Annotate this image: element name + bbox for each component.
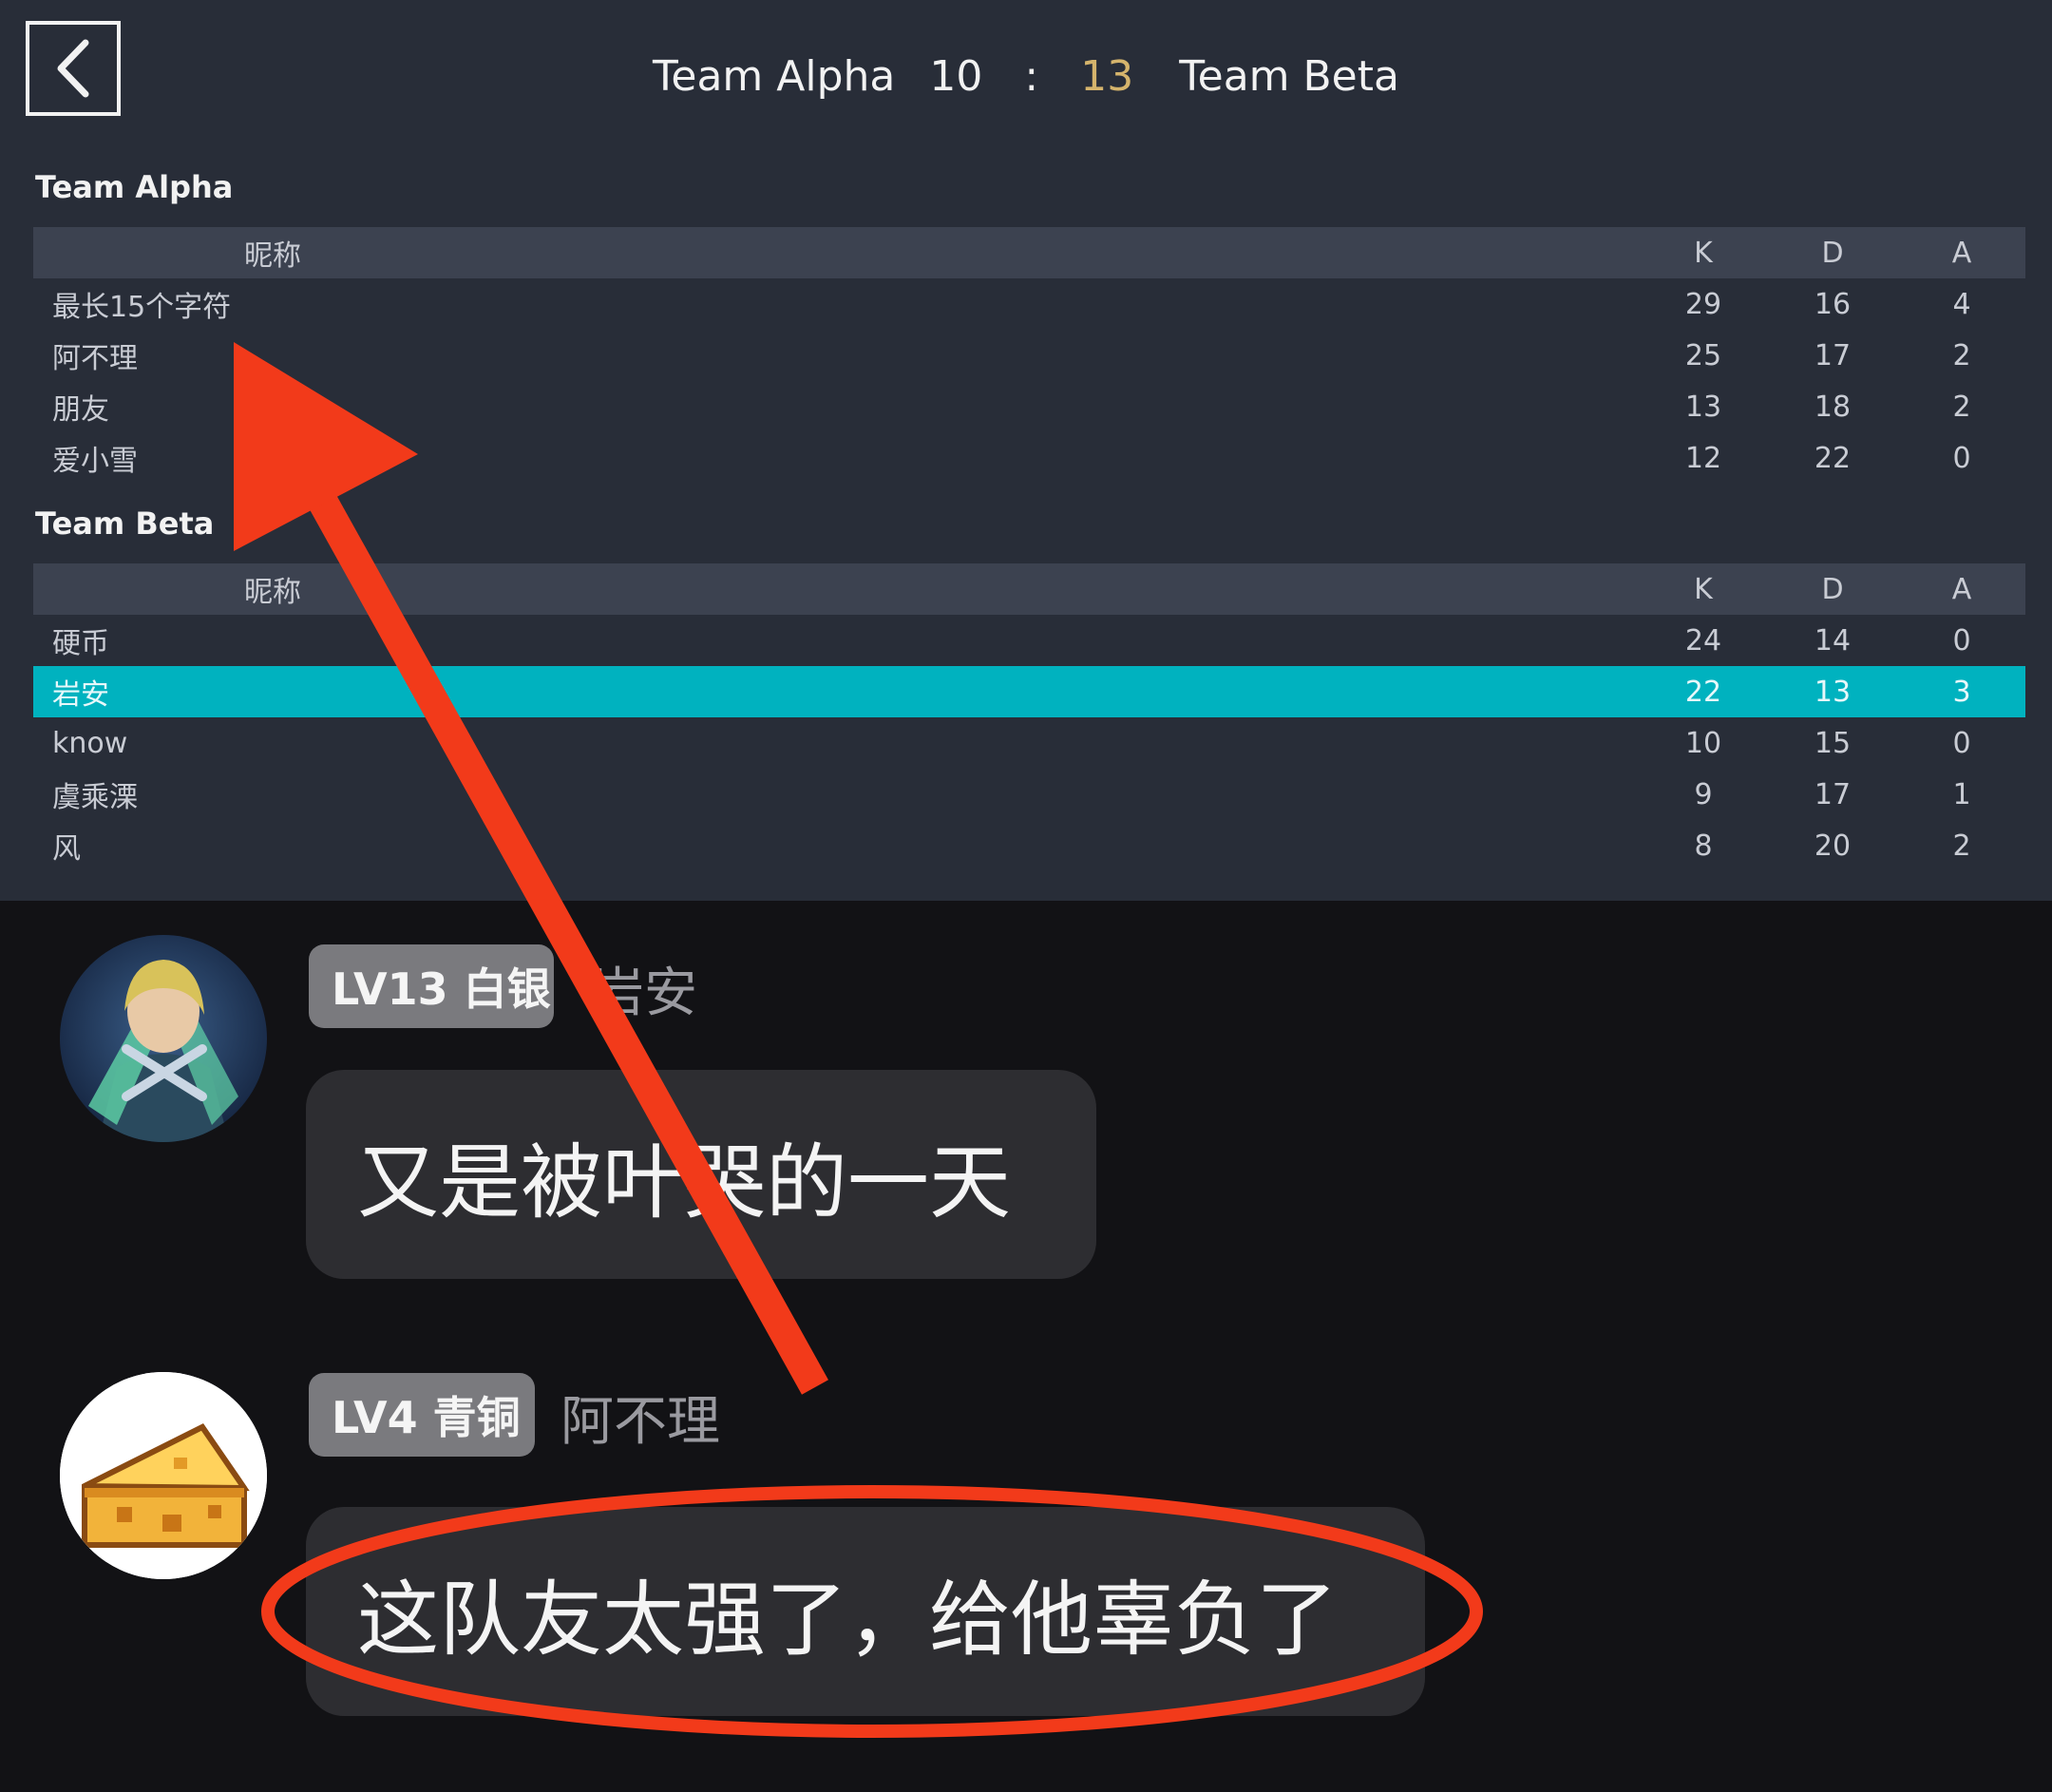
player-row[interactable]: 最长15个字符 29 16 4 (33, 278, 2025, 330)
player-deaths: 20 (1814, 829, 1852, 863)
player-kills: 9 (1694, 777, 1713, 811)
team-alpha-title: Team Alpha (35, 169, 234, 205)
level-badge: LV4 青铜 (309, 1373, 535, 1457)
chat-message-bubble[interactable]: 又是被叶哭的一天 (306, 1070, 1096, 1279)
player-name: 硬币 (52, 627, 109, 660)
player-name: 阿不理 (52, 342, 138, 375)
message-username[interactable]: 岩安 (591, 950, 697, 1027)
player-kills: 8 (1694, 829, 1713, 863)
team-beta-title: Team Beta (35, 505, 215, 542)
column-header-name: 昵称 (244, 576, 301, 609)
column-header-name: 昵称 (244, 239, 301, 273)
player-kills: 13 (1684, 390, 1722, 424)
player-deaths: 16 (1814, 287, 1852, 321)
player-kills: 24 (1684, 623, 1722, 658)
player-name: 虞乘溧 (52, 781, 138, 814)
player-row[interactable]: 硬币 24 14 0 (33, 615, 2025, 666)
table-header: 昵称 K D A (33, 563, 2025, 615)
player-deaths: 17 (1814, 777, 1852, 811)
player-name: 爱小雪 (52, 445, 138, 478)
team-a-name: Team Alpha (653, 51, 896, 101)
message-username[interactable]: 阿不理 (560, 1379, 720, 1456)
player-assists: 3 (1952, 675, 1971, 709)
level-badge: LV13 白银 (309, 944, 554, 1028)
player-kills: 12 (1684, 441, 1722, 475)
player-assists: 2 (1952, 829, 1971, 863)
team-b-name: Team Beta (1179, 51, 1399, 101)
player-deaths: 13 (1814, 675, 1852, 709)
column-header-kills: K (1694, 572, 1713, 606)
team-a-score: 10 (929, 51, 983, 101)
scoreboard-panel: Team Alpha 10 : 13 Team Beta Team Alpha … (0, 0, 2052, 901)
player-row[interactable]: 虞乘溧 9 17 1 (33, 769, 2025, 820)
column-header-assists: A (1951, 572, 1972, 606)
cheese-avatar-icon[interactable] (60, 1372, 267, 1579)
anime-character-avatar-icon[interactable] (60, 935, 267, 1142)
chat-panel: LV13 白银 岩安 又是被叶哭的一天 LV4 青铜 阿不理 这队友太强了，给他… (0, 901, 2052, 1792)
avatar-image (60, 935, 267, 1142)
player-row[interactable]: 爱小雪 12 22 0 (33, 432, 2025, 484)
player-name: 风 (52, 832, 81, 866)
player-deaths: 18 (1814, 390, 1852, 424)
player-name: 朋友 (52, 393, 109, 427)
column-header-kills: K (1694, 236, 1713, 270)
player-row-highlighted[interactable]: 岩安 22 13 3 (33, 666, 2025, 717)
player-deaths: 17 (1814, 338, 1852, 372)
player-row[interactable]: 阿不理 25 17 2 (33, 330, 2025, 381)
player-assists: 0 (1952, 726, 1971, 760)
player-name: know (52, 726, 128, 760)
player-kills: 29 (1684, 287, 1722, 321)
column-header-deaths: D (1821, 572, 1844, 606)
player-row[interactable]: know 10 15 0 (33, 717, 2025, 769)
player-deaths: 22 (1814, 441, 1852, 475)
player-kills: 10 (1684, 726, 1722, 760)
player-assists: 4 (1952, 287, 1971, 321)
player-deaths: 14 (1814, 623, 1852, 658)
player-name: 最长15个字符 (52, 291, 232, 324)
team-b-score: 13 (1080, 51, 1134, 101)
chat-message-bubble[interactable]: 这队友太强了，给他辜负了 (306, 1507, 1425, 1716)
player-row[interactable]: 朋友 13 18 2 (33, 381, 2025, 432)
table-header: 昵称 K D A (33, 227, 2025, 278)
team-alpha-table: 昵称 K D A 最长15个字符 29 16 4 阿不理 25 17 2 朋友 … (33, 227, 2025, 484)
match-score-header: Team Alpha 10 : 13 Team Beta (0, 48, 2052, 105)
player-deaths: 15 (1814, 726, 1852, 760)
avatar-image (60, 1372, 267, 1579)
player-assists: 2 (1952, 338, 1971, 372)
player-assists: 0 (1952, 623, 1971, 658)
player-kills: 25 (1684, 338, 1722, 372)
player-name: 岩安 (52, 678, 109, 712)
player-assists: 1 (1952, 777, 1971, 811)
player-row[interactable]: 风 8 20 2 (33, 820, 2025, 871)
score-separator: : (1024, 51, 1039, 101)
player-assists: 0 (1952, 441, 1971, 475)
player-kills: 22 (1684, 675, 1722, 709)
team-beta-table: 昵称 K D A 硬币 24 14 0 岩安 22 13 3 know 10 1… (33, 563, 2025, 871)
player-assists: 2 (1952, 390, 1971, 424)
column-header-deaths: D (1821, 236, 1844, 270)
column-header-assists: A (1951, 236, 1972, 270)
